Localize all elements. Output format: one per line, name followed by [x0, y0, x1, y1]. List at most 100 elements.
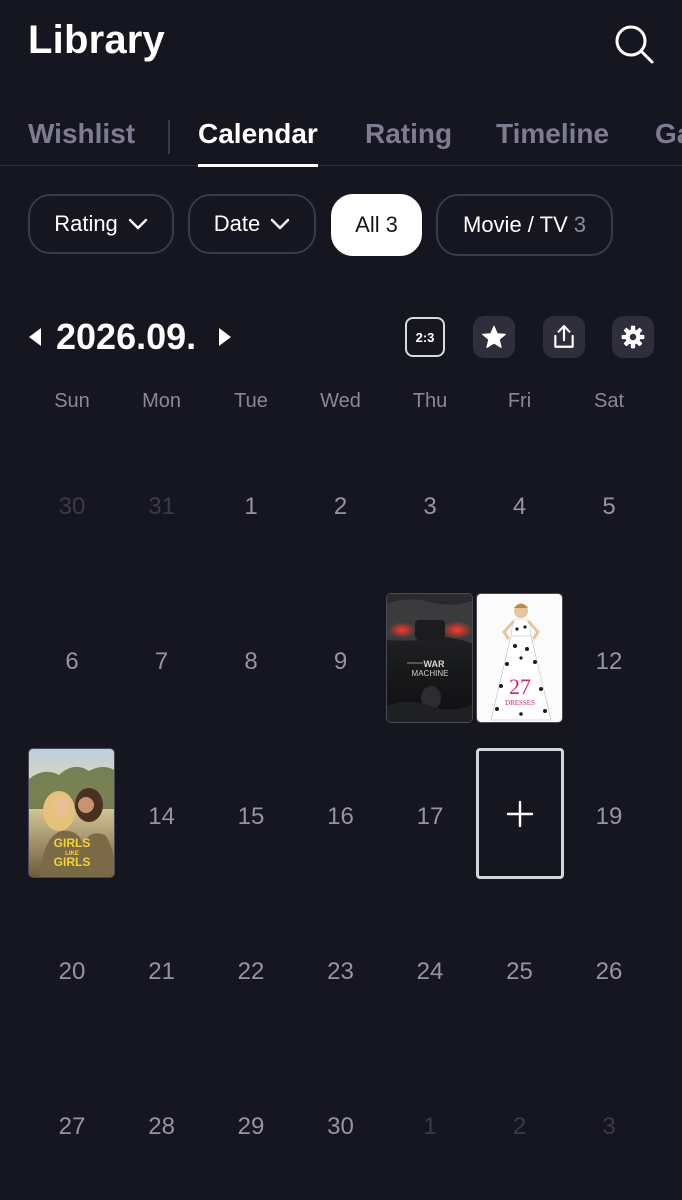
search-icon[interactable] [612, 22, 656, 66]
poster-dresses-word: DRESSES [505, 699, 535, 707]
aspect-ratio-button[interactable]: 2:3 [405, 317, 445, 357]
previous-month-icon[interactable] [26, 326, 44, 348]
day-number: 4 [512, 493, 527, 520]
settings-button[interactable] [612, 316, 654, 358]
day-cell[interactable]: 16 [297, 740, 385, 895]
day-cell[interactable]: 30 [297, 1050, 385, 1200]
month-navigator: 2026.09. 2:3 [0, 312, 682, 362]
day-cell[interactable]: 24 [386, 895, 474, 1050]
media-type-label: Movie / TV [463, 212, 568, 237]
day-cell[interactable]: 30 [28, 430, 116, 585]
day-cell[interactable]: 19 [565, 740, 653, 895]
poster-girls-like-girls[interactable]: GIRLS LIKE GIRLS [28, 748, 115, 878]
day-cell[interactable]: 1 [386, 1050, 474, 1200]
day-number: 14 [148, 803, 175, 830]
day-cell[interactable]: 2 [297, 430, 385, 585]
day-cell[interactable]: 26 [565, 895, 653, 1050]
poster-war-machine[interactable]: WAR MACHINE [386, 593, 473, 723]
header: Library [0, 0, 682, 90]
poster-27-dresses[interactable]: 27 DRESSES [475, 593, 563, 723]
add-entry-button[interactable] [475, 748, 564, 879]
rating-filter-label: Rating [54, 211, 118, 236]
day-cell[interactable]: 20 [28, 895, 116, 1050]
day-cell[interactable]: 17 [386, 740, 474, 895]
share-icon [554, 325, 574, 348]
day-cell[interactable]: 3 [386, 430, 474, 585]
share-button[interactable] [543, 316, 585, 358]
day-number: 19 [595, 803, 623, 830]
day-number: 12 [595, 648, 623, 675]
chevron-down-icon [271, 218, 290, 230]
date-filter[interactable]: Date [188, 194, 316, 254]
day-cell[interactable]: 9 [297, 585, 385, 740]
poster-war-machine-art: WAR MACHINE [387, 594, 472, 722]
day-cell[interactable]: 2 [476, 1050, 564, 1200]
day-cell[interactable]: 27 [28, 1050, 116, 1200]
rating-filter[interactable]: Rating [28, 194, 174, 254]
day-cell[interactable]: 28 [118, 1050, 206, 1200]
day-cell[interactable]: 3 [565, 1050, 653, 1200]
gear-icon [621, 325, 645, 349]
day-number: 17 [416, 803, 444, 830]
star-icon [482, 325, 506, 348]
day-cell[interactable]: 31 [118, 430, 206, 585]
day-number: 8 [244, 648, 258, 675]
weekday-tue: Tue [234, 390, 268, 412]
day-cell[interactable]: 25 [476, 895, 564, 1050]
tab-rating[interactable]: Rating [365, 118, 452, 150]
day-cell[interactable]: 7 [118, 585, 206, 740]
tab-games[interactable]: Ga [655, 118, 682, 150]
day-cell[interactable]: 5 [565, 430, 653, 585]
weekday-sun: Sun [54, 390, 90, 412]
day-number: 3 [602, 1113, 616, 1140]
day-number: 25 [506, 958, 533, 985]
day-cell[interactable]: 1 [207, 430, 295, 585]
day-cell[interactable]: 21 [118, 895, 206, 1050]
day-cell[interactable]: 12 [565, 585, 653, 740]
day-cell[interactable]: 23 [297, 895, 385, 1050]
weekday-wed: Wed [320, 390, 361, 412]
day-number: 27 [58, 1113, 86, 1140]
tab-divider [168, 120, 170, 154]
day-cell[interactable]: 29 [207, 1050, 295, 1200]
weekday-fri: Fri [507, 390, 532, 412]
poster-war-title: WAR [424, 659, 445, 669]
day-cell[interactable]: 8 [207, 585, 295, 740]
chevron-down-icon [128, 218, 147, 230]
day-number: 24 [416, 958, 444, 985]
tab-bar: Wishlist Calendar Rating Timeline Ga [0, 110, 682, 167]
plus-icon [506, 800, 533, 827]
day-number: 30 [58, 493, 86, 520]
day-cell[interactable]: 4 [476, 430, 564, 585]
day-number: 23 [327, 958, 354, 985]
day-number: 26 [595, 958, 623, 985]
day-cell[interactable]: 14 [118, 740, 206, 895]
library-screen: Library Wishlist Calendar Rating Timelin… [0, 0, 682, 1200]
weekday-thu: Thu [412, 390, 448, 412]
poster-girls-line1: GIRLS [54, 836, 91, 850]
day-number: 9 [333, 648, 348, 675]
poster-27-dresses-art: 27 DRESSES [476, 594, 562, 722]
day-number: 15 [237, 803, 265, 830]
media-type-filter[interactable]: Movie / TV 3 [436, 194, 613, 256]
day-cell[interactable]: 15 [207, 740, 295, 895]
day-number: 6 [65, 648, 79, 675]
next-month-icon[interactable] [216, 326, 234, 348]
weekday-header: Sun Mon Tue Wed Thu Fri Sat [28, 390, 654, 420]
tab-timeline[interactable]: Timeline [496, 118, 609, 150]
weekday-sat: Sat [593, 390, 625, 412]
day-number: 28 [148, 1113, 175, 1140]
day-cell[interactable]: 22 [207, 895, 295, 1050]
day-number: 7 [154, 648, 169, 675]
all-filter[interactable]: All 3 [331, 194, 422, 256]
filter-bar: Rating Date All 3 Movie / TV 3 [0, 194, 682, 256]
day-cell[interactable]: 6 [28, 585, 116, 740]
media-type-count: 3 [573, 212, 586, 237]
day-number: 2 [512, 1113, 527, 1140]
poster-machine-title: MACHINE [412, 669, 449, 678]
tab-wishlist[interactable]: Wishlist [28, 118, 135, 150]
tab-calendar[interactable]: Calendar [198, 118, 318, 167]
day-number: 20 [58, 958, 86, 985]
favorites-button[interactable] [473, 316, 515, 358]
poster-girls-line3: GIRLS [54, 855, 91, 869]
